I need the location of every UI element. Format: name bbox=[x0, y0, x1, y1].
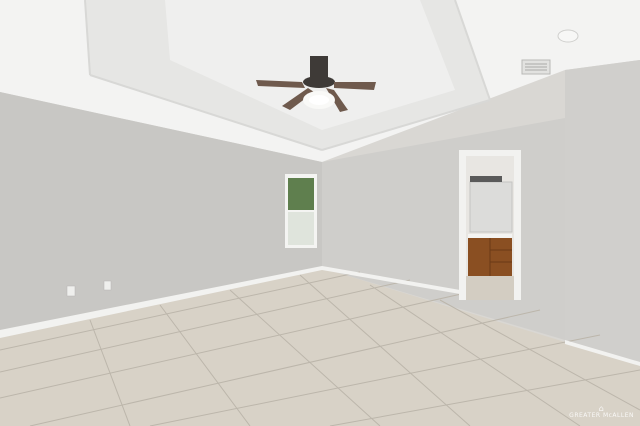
room-photo: ⌂ GREATER McALLEN bbox=[0, 0, 640, 426]
wall-outlet bbox=[103, 280, 112, 291]
window-glass-top bbox=[288, 178, 314, 210]
bathroom-floor bbox=[466, 276, 514, 300]
vanity-light bbox=[470, 176, 502, 182]
bathroom-mirror bbox=[469, 181, 513, 233]
vanity-counter bbox=[468, 234, 512, 238]
watermark-brand: GREATER McALLEN bbox=[569, 412, 634, 420]
window-glass-bottom bbox=[288, 212, 314, 245]
right-wall bbox=[565, 60, 640, 365]
watermark: ⌂ GREATER McALLEN bbox=[569, 404, 634, 420]
wall-outlet bbox=[66, 285, 76, 297]
smoke-detector bbox=[557, 29, 579, 43]
room-illustration bbox=[0, 0, 640, 426]
